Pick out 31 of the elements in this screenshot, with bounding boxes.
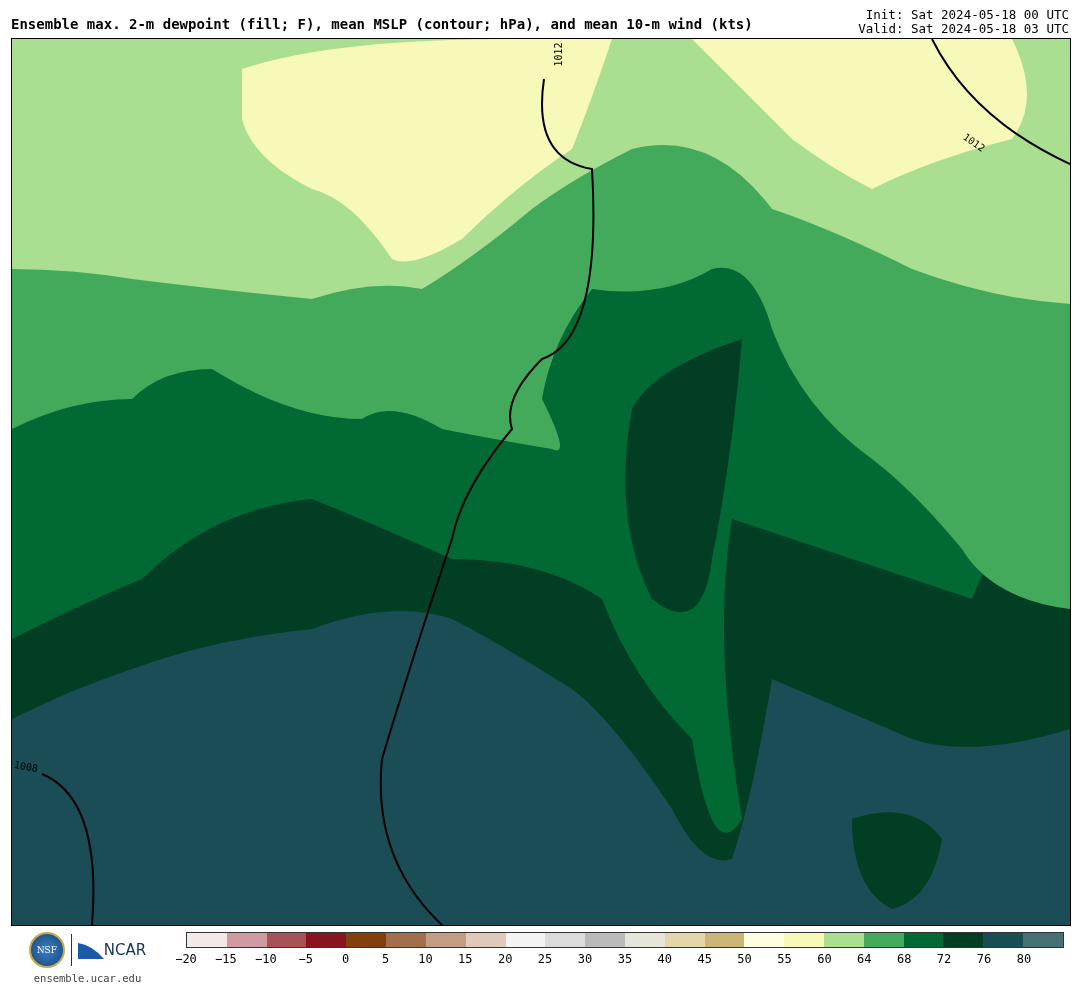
colorbar-tick-label: 15 — [458, 952, 473, 966]
colorbar-tick-label: 35 — [617, 952, 633, 966]
colorbar-tick-label: 68 — [896, 952, 912, 966]
ncar-logo: NCAR — [103, 941, 147, 959]
colorbar-tick-label: −10 — [254, 952, 277, 966]
colorbar-tick-label: 64 — [857, 952, 872, 966]
colorbar-tick-label: −20 — [175, 952, 197, 966]
colorbar-tick-label: 72 — [936, 952, 952, 966]
colorbar-tick-label: 20 — [497, 952, 513, 966]
colorbar-tick-label: 5 — [381, 952, 390, 966]
colorbar-tick-label: 25 — [537, 952, 553, 966]
nsf-logo: NSF — [28, 932, 65, 968]
contour-label: 1012 — [552, 42, 564, 67]
valid-time: Valid: Sat 2024-05-18 03 UTC — [858, 22, 1069, 36]
colorbar-tick-label: 60 — [817, 952, 832, 966]
colorbar-tick-label: 45 — [697, 952, 712, 966]
colorbar-tick-label: −15 — [215, 952, 237, 966]
colorbar-tick-label: 0 — [342, 952, 350, 966]
colorbar-tick-label: 80 — [1016, 952, 1032, 966]
contour-label: 1008 — [13, 759, 39, 774]
colorbar-tick-label: 50 — [737, 952, 752, 966]
chart-title: Ensemble max. 2-m dewpoint (fill; F), mean MSLP (contour; hPa), and mean 10-m wind (kts) — [11, 16, 753, 34]
colorbar-tick-label: 30 — [577, 952, 593, 966]
colorbar-tick-label: 10 — [418, 952, 433, 966]
ncar-swoosh-icon — [77, 941, 104, 959]
colorbar-tick-label: 55 — [777, 952, 792, 966]
website-url: ensemble.ucar.edu — [33, 972, 142, 984]
colorbar-tick-label: −5 — [298, 952, 313, 966]
colorbar-tick-label: 76 — [976, 952, 992, 966]
init-time: Init: Sat 2024-05-18 00 UTC — [865, 8, 1069, 22]
colorbar-tick-label: 40 — [657, 952, 672, 966]
